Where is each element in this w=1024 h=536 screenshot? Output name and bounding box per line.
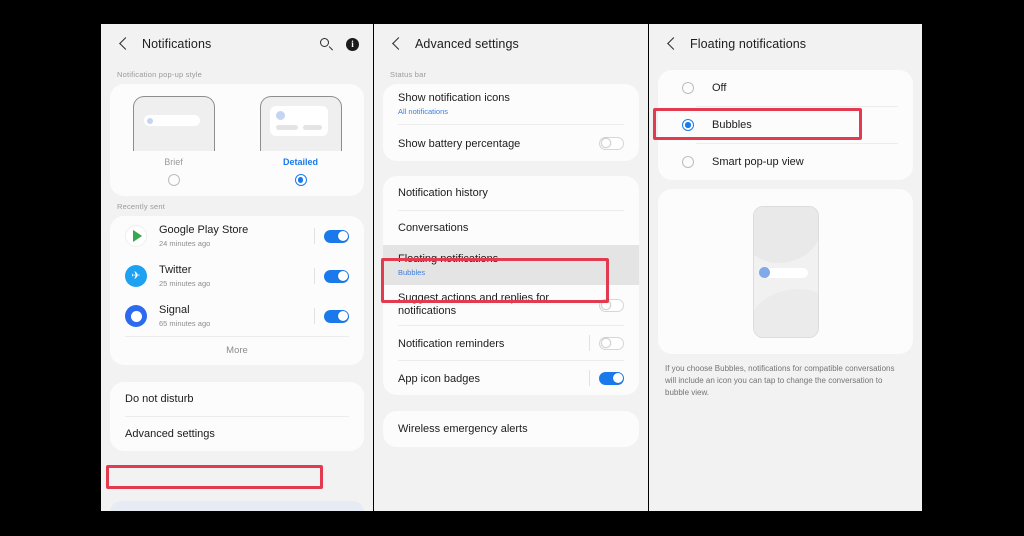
style-option-label: Detailed xyxy=(282,157,318,167)
row-suggest-actions[interactable]: Suggest actions and replies for notifica… xyxy=(383,285,639,325)
option-smart-popup-view[interactable]: Smart pop-up view xyxy=(658,144,913,180)
row-sublabel: All notifications xyxy=(398,107,449,116)
info-icon[interactable]: i xyxy=(346,37,359,51)
back-chevron-icon[interactable] xyxy=(663,35,681,53)
row-label: Wireless emergency alerts xyxy=(398,423,528,435)
advanced-settings-panel: Advanced settings Status bar Show notifi… xyxy=(374,24,648,511)
app-name: Twitter xyxy=(159,264,192,276)
app-icon-badges-toggle[interactable] xyxy=(599,371,624,385)
twitter-icon: ✈ xyxy=(125,265,147,287)
recently-sent-card: Google Play Store 24 minutes ago ✈ Twitt… xyxy=(110,216,364,365)
signal-icon xyxy=(125,305,147,327)
row-label: Notification reminders xyxy=(398,338,505,350)
recently-sent-label: Recently sent xyxy=(117,202,166,211)
app-toggle[interactable] xyxy=(324,229,349,243)
panel2-header: Advanced settings xyxy=(374,24,648,64)
page-title: Advanced settings xyxy=(415,37,519,51)
google-play-icon xyxy=(125,225,147,247)
option-label: Bubbles xyxy=(712,119,752,131)
radio-brief[interactable] xyxy=(167,174,180,186)
row-conversations[interactable]: Conversations xyxy=(383,211,639,245)
row-show-battery-percentage[interactable]: Show battery percentage xyxy=(383,125,639,161)
radio-off[interactable] xyxy=(682,82,694,94)
row-label: App icon badges xyxy=(398,373,480,385)
list-item[interactable]: ✈ Twitter 25 minutes ago xyxy=(110,256,364,296)
panel3-header: Floating notifications xyxy=(649,24,922,64)
panel1-bottom-card: Do not disturb Advanced settings xyxy=(110,382,364,451)
floating-notifications-panel: Floating notifications Off Bubbles Smart… xyxy=(649,24,922,511)
row-label: Floating notifications xyxy=(398,253,499,265)
row-label: Notification history xyxy=(398,187,488,199)
row-label: Advanced settings xyxy=(125,428,215,440)
option-bubbles[interactable]: Bubbles xyxy=(658,107,913,143)
phone-frame-graphic xyxy=(752,206,819,338)
page-title: Floating notifications xyxy=(690,37,807,51)
divider xyxy=(589,335,590,351)
radio-bubbles[interactable] xyxy=(682,119,694,131)
notification-settings-card: Notification history Conversations Float… xyxy=(383,176,639,395)
status-bar-card: Show notification icons All notification… xyxy=(383,84,639,161)
row-label: Conversations xyxy=(398,222,469,234)
option-off[interactable]: Off xyxy=(658,70,913,106)
row-wireless-emergency-alerts[interactable]: Wireless emergency alerts xyxy=(383,411,639,447)
floating-options-card: Off Bubbles Smart pop-up view xyxy=(658,70,913,180)
row-show-notification-icons[interactable]: Show notification icons All notification… xyxy=(383,84,639,124)
app-time: 24 minutes ago xyxy=(159,239,211,248)
style-option-detailed[interactable]: Detailed xyxy=(255,96,347,186)
list-item[interactable]: Signal 65 minutes ago xyxy=(110,296,364,336)
row-notification-reminders[interactable]: Notification reminders xyxy=(383,326,639,360)
divider xyxy=(589,370,590,386)
description-text: If you choose Bubbles, notifications for… xyxy=(665,364,895,397)
app-name: Google Play Store xyxy=(159,224,249,236)
row-app-icon-badges[interactable]: App icon badges xyxy=(383,361,639,395)
row-do-not-disturb[interactable]: Do not disturb xyxy=(110,382,364,416)
wireless-alerts-card: Wireless emergency alerts xyxy=(383,411,639,447)
search-icon[interactable] xyxy=(320,37,333,51)
row-advanced-settings[interactable]: Advanced settings xyxy=(110,417,364,451)
app-time: 65 minutes ago xyxy=(159,319,211,328)
list-item[interactable]: Google Play Store 24 minutes ago xyxy=(110,216,364,256)
app-name: Signal xyxy=(159,304,190,316)
brief-thumbnail xyxy=(132,96,215,151)
popup-style-card: Brief Detailed xyxy=(110,84,364,196)
radio-smart-popup-view[interactable] xyxy=(682,156,694,168)
divider xyxy=(314,268,315,284)
divider xyxy=(314,228,315,244)
screenshot-stage: Notifications i Notification pop-up styl… xyxy=(0,0,1024,536)
row-label: Show notification icons xyxy=(398,92,510,104)
notifications-panel: Notifications i Notification pop-up styl… xyxy=(101,24,373,511)
row-label: Do not disturb xyxy=(125,393,194,405)
more-button[interactable]: More xyxy=(110,337,364,365)
style-option-label: Brief xyxy=(164,157,183,167)
partial-card-peek xyxy=(110,501,364,511)
option-label: Smart pop-up view xyxy=(712,156,804,168)
radio-detailed[interactable] xyxy=(294,174,307,186)
phone-bubble-preview-illustration xyxy=(658,189,913,354)
detailed-thumbnail xyxy=(259,96,342,151)
status-bar-label: Status bar xyxy=(390,70,427,79)
back-chevron-icon[interactable] xyxy=(115,35,133,53)
notification-reminders-toggle[interactable] xyxy=(599,336,624,350)
divider xyxy=(314,308,315,324)
page-title: Notifications xyxy=(142,37,212,51)
header-actions: i xyxy=(320,37,359,51)
row-floating-notifications[interactable]: Floating notifications Bubbles xyxy=(383,245,639,285)
app-toggle[interactable] xyxy=(324,309,349,323)
row-notification-history[interactable]: Notification history xyxy=(383,176,639,210)
app-toggle[interactable] xyxy=(324,269,349,283)
app-time: 25 minutes ago xyxy=(159,279,211,288)
option-label: Off xyxy=(712,82,727,94)
back-chevron-icon[interactable] xyxy=(388,35,406,53)
panel1-header: Notifications i xyxy=(101,24,373,64)
row-sublabel: Bubbles xyxy=(398,268,426,277)
row-label: Show battery percentage xyxy=(398,138,521,150)
style-option-brief[interactable]: Brief xyxy=(128,96,220,186)
suggest-actions-toggle[interactable] xyxy=(599,298,624,312)
popup-style-label: Notification pop-up style xyxy=(117,70,203,79)
battery-percentage-toggle[interactable] xyxy=(599,136,624,150)
row-label: Suggest actions and replies for notifica… xyxy=(398,292,550,317)
